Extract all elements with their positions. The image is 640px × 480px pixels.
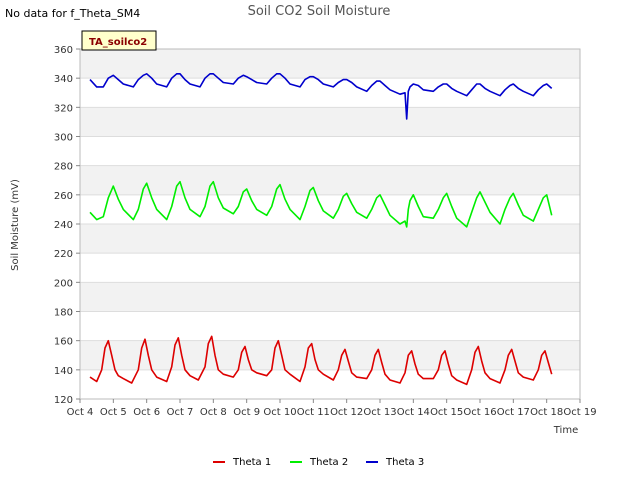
- x-tick-label: Oct 15: [430, 407, 463, 418]
- legend: Theta 1 Theta 2 Theta 3: [213, 457, 424, 468]
- y-tick-label: 360: [54, 45, 73, 56]
- y-axis-ticks: 120 140 160 180 200 220 240 260 280 300 320 340 360: [54, 45, 80, 406]
- x-tick-label: Oct 13: [363, 407, 396, 418]
- band-340: [80, 49, 580, 79]
- band-180: [80, 282, 580, 312]
- x-tick-label: Oct 10: [263, 407, 296, 418]
- x-tick-label: Oct 16: [463, 407, 496, 418]
- x-tick-label: Oct 7: [167, 407, 194, 418]
- y-tick-label: 320: [54, 103, 73, 114]
- y-tick-label: 140: [54, 366, 73, 377]
- badge-label: TA_soilco2: [89, 37, 147, 48]
- legend-label-theta-3: Theta 3: [385, 457, 424, 468]
- x-tick-label: Oct 4: [67, 407, 94, 418]
- chart-title: Soil CO2 Soil Moisture: [248, 4, 391, 19]
- y-tick-label: 200: [54, 278, 73, 289]
- y-tick-label: 260: [54, 191, 73, 202]
- y-axis-label: Soil Moisture (mV): [10, 179, 21, 271]
- band-140: [80, 340, 580, 370]
- y-tick-label: 300: [54, 133, 73, 144]
- x-tick-label: Oct 9: [233, 407, 260, 418]
- x-axis-label: Time: [553, 425, 578, 436]
- y-tick-label: 220: [54, 249, 73, 260]
- y-tick-label: 340: [54, 74, 73, 85]
- x-tick-label: Oct 5: [100, 407, 127, 418]
- chart-canvas: 120140160180200220240260280300320340360 …: [10, 4, 597, 468]
- legend-label-theta-1: Theta 1: [232, 457, 271, 468]
- x-tick-label: Oct 14: [397, 407, 430, 418]
- band-260: [80, 165, 580, 195]
- x-tick-label: Oct 12: [330, 407, 363, 418]
- x-tick-label: Oct 19: [563, 407, 596, 418]
- x-axis-ticks: Oct 4 Oct 5 Oct 6 Oct 7 Oct 8 Oct 9 Oct 10 Oct …: [67, 399, 597, 418]
- band-300: [80, 107, 580, 137]
- y-tick-label: 280: [54, 162, 73, 173]
- legend-label-theta-2: Theta 2: [309, 457, 348, 468]
- x-tick-label: Oct 8: [200, 407, 227, 418]
- x-tick-label: Oct 11: [297, 407, 330, 418]
- band-220: [80, 224, 580, 254]
- dataset-badge: TA_soilco2: [81, 30, 157, 51]
- x-tick-label: Oct 6: [133, 407, 160, 418]
- y-tick-label: 240: [54, 220, 73, 231]
- x-tick-label: Oct 17: [497, 407, 530, 418]
- y-tick-label: 120: [54, 395, 73, 406]
- x-tick-label: Oct 18: [530, 407, 563, 418]
- y-tick-label: 160: [54, 337, 73, 348]
- y-tick-label: 180: [54, 308, 73, 319]
